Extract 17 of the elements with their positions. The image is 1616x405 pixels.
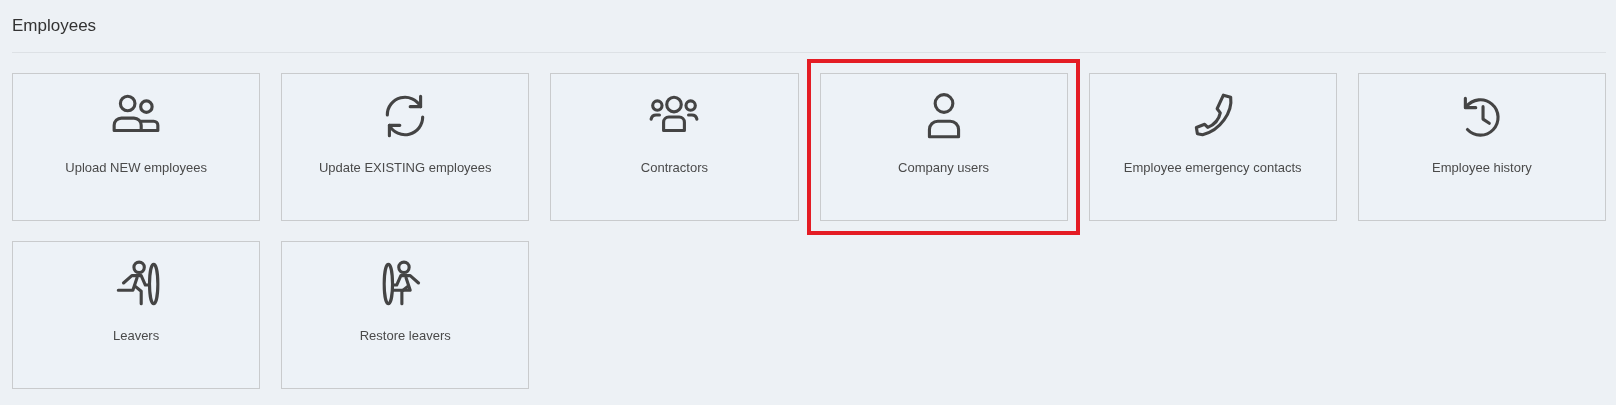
- tile-label: Company users: [898, 160, 990, 175]
- tile-label: Contractors: [640, 160, 708, 175]
- section-title: Employees: [12, 16, 98, 37]
- tile-label: Employee emergency contacts: [1123, 160, 1302, 175]
- menu-tile[interactable]: Employee history: [1357, 73, 1606, 221]
- tile-label: Leavers: [112, 328, 160, 343]
- tile-label: Restore leavers: [359, 328, 451, 343]
- menu-tile[interactable]: Update EXISTING employees: [281, 73, 530, 221]
- tile-label: Employee history: [1432, 160, 1532, 175]
- tile-label: Update EXISTING employees: [318, 160, 492, 175]
- menu-tile[interactable]: Upload NEW employees: [12, 73, 261, 221]
- menu-tile[interactable]: Company users: [819, 73, 1068, 221]
- tile-label: Upload NEW employees: [65, 160, 207, 175]
- menu-tile[interactable]: Restore leavers: [281, 241, 530, 389]
- menu-tile[interactable]: Leavers: [12, 241, 261, 389]
- menu-tile[interactable]: Contractors: [550, 73, 799, 221]
- menu-tile[interactable]: Employee emergency contacts: [1088, 73, 1337, 221]
